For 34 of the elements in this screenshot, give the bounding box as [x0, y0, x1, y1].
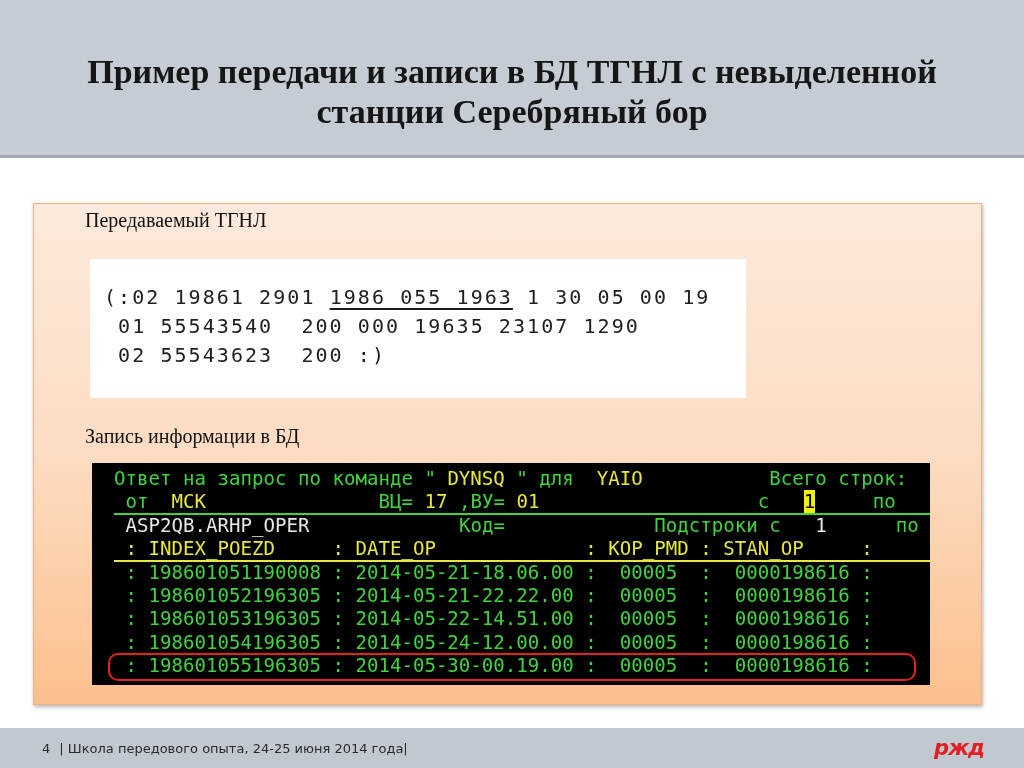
page-number: 4	[42, 740, 51, 756]
section-heading: Запись информации в БД	[85, 424, 300, 448]
telegram-line: (:02 19861 2901 1986 055 1963 1 30 05 00 19	[104, 285, 711, 309]
terminal-text: 1	[815, 513, 827, 537]
section-heading: Передаваемый ТГНЛ	[85, 208, 267, 232]
logo: ржд	[934, 736, 984, 760]
footer-text: | Школа передового опыта, 24-25 июня 2014 года|	[59, 740, 408, 756]
terminal-text: " для	[516, 467, 574, 490]
terminal-text: ASP2QB.ARHP_OPER	[125, 513, 310, 537]
terminal-text: : INDEX_POEZD : DATE_OP : KOP_PMD : STAN_OP :	[125, 537, 873, 561]
terminal-text: : 198601052196305 : 2014-05-21-22.22.00 : 00005 : 0000198616 :	[125, 583, 873, 607]
terminal-text: 17	[424, 490, 448, 514]
terminal-text: Код=	[458, 513, 505, 537]
terminal-text: Всего строк:	[769, 467, 908, 490]
terminal-text: DYNSQ	[447, 467, 505, 490]
terminal-text: YAIO	[596, 467, 643, 490]
telegram-line: 02 55543623 200 :)	[118, 343, 387, 367]
terminal-text: Подстроки с	[654, 513, 781, 537]
terminal-text: с	[757, 490, 770, 514]
terminal-text: Ответ на запрос по команде "	[114, 467, 436, 490]
terminal-text: ВЦ=	[378, 490, 413, 514]
terminal-text: по	[895, 513, 919, 537]
terminal-text: : 198601053196305 : 2014-05-22-14.51.00 : 00005 : 0000198616 :	[125, 607, 873, 631]
telegram-line: 01 55543540 200 000 19635 23107 1290	[118, 314, 640, 338]
terminal-text: МСК	[171, 490, 206, 514]
terminal-text: по	[872, 490, 896, 514]
slide-title: Пример передачи и записи в БД ТГНЛ с невыделенной станции Серебряный бор	[86, 52, 938, 132]
terminal-text: ,ВУ=	[458, 490, 505, 514]
terminal-text: : 198601051190008 : 2014-05-21-18.06.00 : 00005 : 0000198616 :	[125, 560, 873, 584]
terminal-text: 01	[516, 490, 540, 514]
highlighted-number: 1	[803, 490, 816, 514]
terminal-text: : 198601054196305 : 2014-05-24-12.00.00 : 00005 : 0000198616 :	[125, 630, 873, 654]
terminal-text: : 198601055196305 : 2014-05-30-00.19.00 : 00005 : 0000198616 :	[125, 654, 873, 678]
terminal-text: от	[125, 490, 149, 514]
